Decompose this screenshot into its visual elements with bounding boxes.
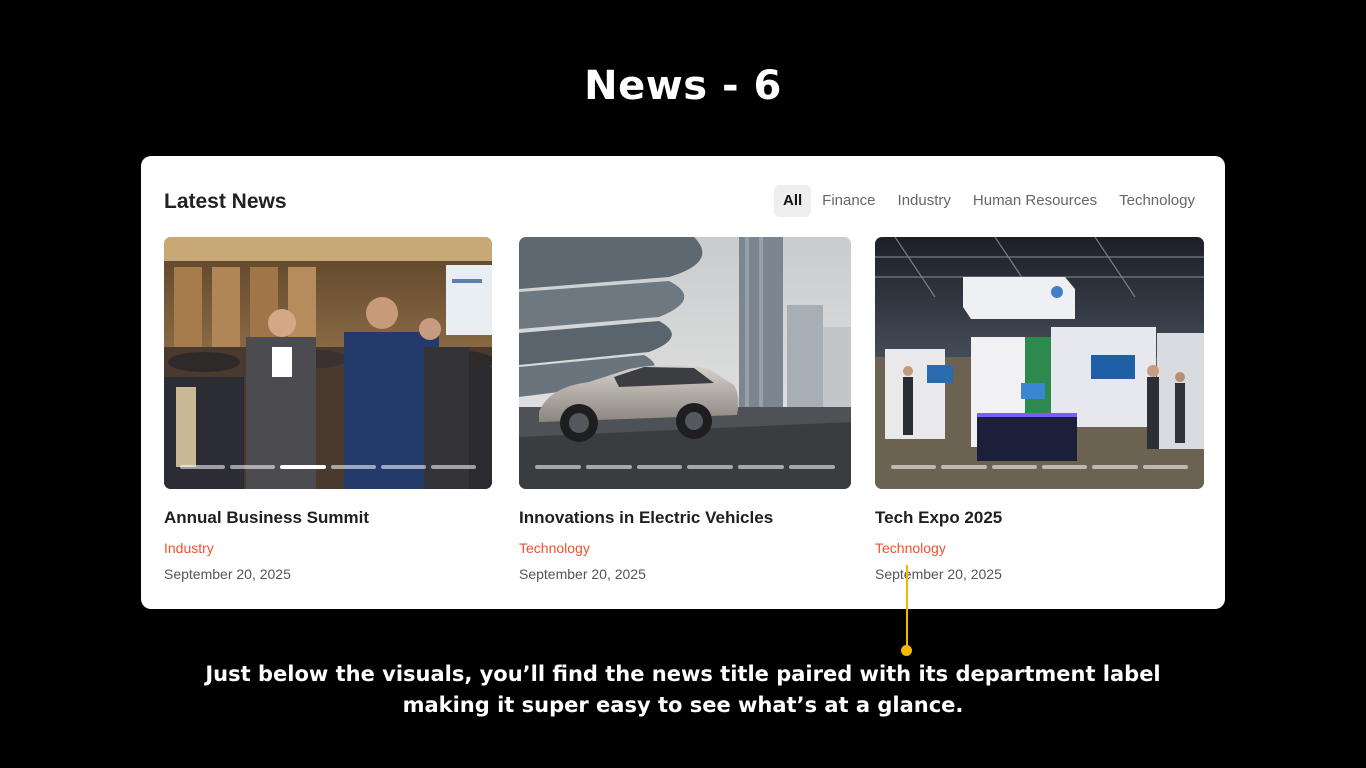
carousel-dot[interactable] — [180, 465, 226, 469]
carousel-indicator — [535, 465, 835, 469]
news-category: Technology — [875, 540, 946, 556]
news-category: Technology — [519, 540, 590, 556]
news-panel: Latest News All Finance Industry Human R… — [141, 156, 1225, 609]
carousel-indicator — [180, 465, 477, 469]
news-title[interactable]: Innovations in Electric Vehicles — [519, 507, 851, 529]
slide-title: News - 6 — [584, 63, 782, 109]
expo-hall-photo[interactable] — [875, 237, 1204, 489]
annotation-line — [906, 565, 908, 649]
tab-finance[interactable]: Finance — [811, 185, 886, 217]
carousel-dot[interactable] — [230, 465, 276, 469]
carousel-dot[interactable] — [380, 465, 426, 469]
carousel-dot[interactable] — [891, 465, 937, 469]
tab-all[interactable]: All — [773, 185, 812, 217]
carousel-dot[interactable] — [585, 465, 632, 469]
conference-illustration — [164, 237, 492, 489]
carousel-dot[interactable] — [1092, 465, 1138, 469]
carousel-dot[interactable] — [430, 465, 477, 469]
news-title[interactable]: Annual Business Summit — [164, 507, 492, 529]
carousel-dot-active[interactable] — [280, 465, 326, 469]
slide-caption: Just below the visuals, you’ll find the … — [205, 662, 1161, 717]
electric-car-photo[interactable] — [519, 237, 851, 489]
news-card[interactable]: Innovations in Electric Vehicles Technol… — [519, 237, 851, 583]
carousel-dot[interactable] — [687, 465, 734, 469]
news-date: September 20, 2025 — [875, 566, 1002, 582]
carousel-dot[interactable] — [991, 465, 1037, 469]
news-date: September 20, 2025 — [164, 566, 291, 582]
carousel-dot[interactable] — [636, 465, 683, 469]
electric-car-illustration — [519, 237, 851, 489]
news-date: September 20, 2025 — [519, 566, 646, 582]
carousel-dot[interactable] — [941, 465, 987, 469]
carousel-dot[interactable] — [738, 465, 785, 469]
conference-photo[interactable] — [164, 237, 492, 489]
carousel-dot[interactable] — [1041, 465, 1088, 469]
carousel-dot[interactable] — [789, 465, 835, 469]
carousel-dot[interactable] — [1142, 465, 1188, 469]
slide: News - 6 Latest News All Finance Industr… — [0, 0, 1366, 768]
carousel-dot[interactable] — [535, 465, 581, 469]
tab-technology[interactable]: Technology — [1108, 185, 1206, 217]
carousel-dot[interactable] — [330, 465, 376, 469]
tab-industry[interactable]: Industry — [887, 185, 962, 217]
news-title[interactable]: Tech Expo 2025 — [875, 507, 1204, 529]
news-card[interactable]: Tech Expo 2025 Technology September 20, … — [875, 237, 1204, 583]
news-card[interactable]: Annual Business Summit Industry Septembe… — [164, 237, 492, 583]
expo-hall-illustration — [875, 237, 1204, 489]
category-tabs: All Finance Industry Human Resources Tec… — [773, 185, 1206, 217]
tab-human-resources[interactable]: Human Resources — [962, 185, 1108, 217]
carousel-indicator — [891, 465, 1188, 469]
panel-title: Latest News — [164, 190, 287, 213]
news-category: Industry — [164, 540, 214, 556]
annotation-dot — [901, 645, 912, 656]
news-cards: Annual Business Summit Industry Septembe… — [164, 237, 1204, 597]
